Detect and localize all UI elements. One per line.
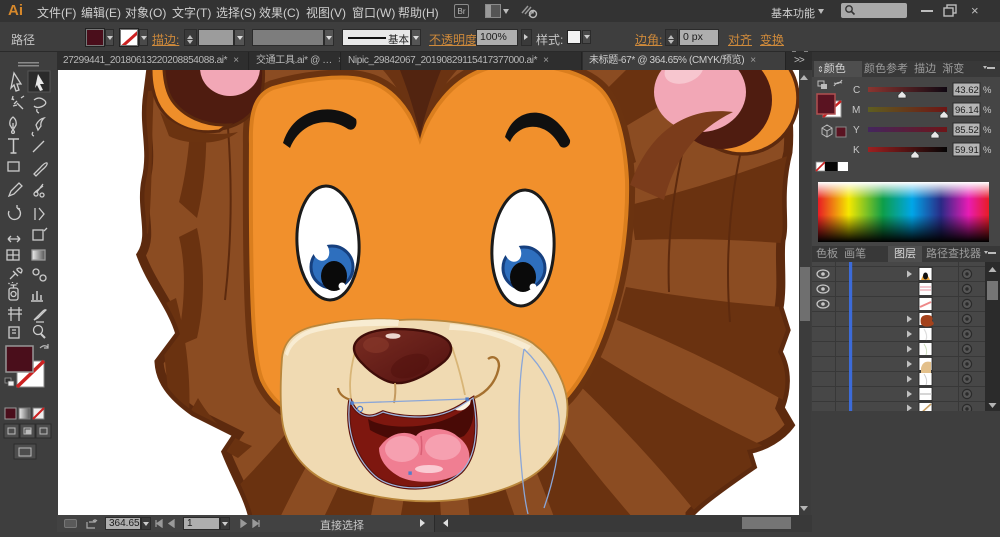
svg-text:85.52: 85.52 [955,125,979,136]
svg-text:59.91: 59.91 [955,145,979,156]
svg-text:43.62: 43.62 [955,85,979,96]
svg-text:%: % [983,85,992,96]
svg-text:96.14: 96.14 [955,105,979,116]
svg-text:Y: Y [853,125,860,136]
svg-text:M: M [852,105,860,116]
svg-text:K: K [853,145,860,156]
svg-text:%: % [983,105,992,116]
svg-text:%: % [983,125,992,136]
svg-text:C: C [853,85,860,96]
svg-text:%: % [983,145,992,156]
